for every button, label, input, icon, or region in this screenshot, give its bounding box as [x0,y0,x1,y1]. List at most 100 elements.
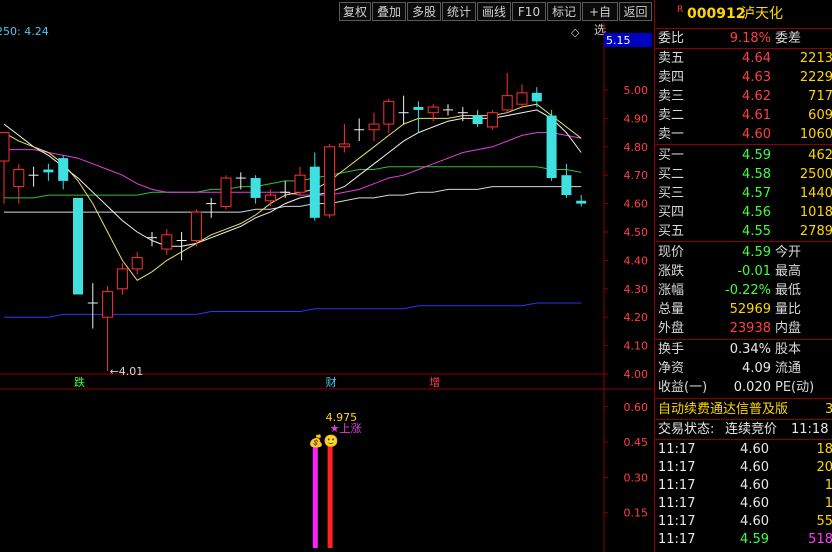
tick-volume: 18 [816,442,832,457]
draw-line-button[interactable]: 画线 [477,2,511,21]
smile-icon: 🙂 [324,434,339,448]
bid-level: 买三 4.57 1440 [655,184,832,203]
bid-label: 买三 [658,186,685,201]
fundamental-label-2: 股本 [775,342,802,357]
multi-stock-button[interactable]: 多股 [407,2,441,21]
fundamental-value: 4.09 [742,361,771,376]
stock-header: R 000912 泸天化 [655,3,832,25]
price-tick-label: 4.00 [624,368,649,381]
tick-row: 11:17 4.60 1 [655,476,832,495]
chart-toolbar: 复权 叠加 多股 统计 画线 F10 标记 +自选 返回 [0,0,652,37]
tick-volume: 55 [816,514,832,529]
ma-magenta-line [4,132,582,196]
indicator-tick-label: 0.15 [624,507,649,520]
quote-label-2: 最低 [775,283,802,298]
quote-label-2: 量比 [775,302,802,317]
bid-price: 4.59 [742,148,771,163]
indicator-panel: 💰 🙂4.975★上涨 [309,411,361,548]
ask-volume: 2229 [799,70,832,85]
quote-label-2: 今开 [775,245,802,260]
candle-body [102,291,114,318]
ask-level: 卖三 4.62 717 [655,87,832,106]
order-ratio-row: 委比 9.18% 委差 [655,29,832,48]
trade-status-label: 交易状态: [658,422,715,437]
price-tick-label: 4.40 [624,254,649,267]
ma-blue-line [4,302,582,318]
quote-label-2: 内盘 [775,321,802,336]
order-diff-label: 委差 [775,31,802,46]
bid-label: 买一 [658,148,685,163]
tick-price: 4.60 [740,496,769,511]
quote-row: 现价 4.59 今开 [655,243,832,262]
candle-body [294,174,306,193]
overlay-button[interactable]: 叠加 [372,2,406,21]
ask-label: 卖三 [658,89,685,104]
quote-row: 涨跌 -0.01 最高 [655,262,832,281]
trade-status-value: 连续竞价 [725,422,778,437]
tick-time: 11:17 [658,496,696,511]
tick-time: 11:17 [658,442,696,457]
restore-rights-button[interactable]: 复权 [339,2,371,21]
fundamental-value: 0.020 [733,380,771,395]
quote-value: 23938 [729,321,771,336]
ask-price: 4.60 [742,127,771,142]
chart-axes [0,22,652,552]
candle-body [501,95,513,111]
stock-name: 泸天化 [741,6,783,22]
bid-level: 买四 4.56 1018 [655,203,832,222]
quote-value: 4.59 [742,245,771,260]
tick-row: 11:17 4.60 55 [655,512,832,531]
ask-label: 卖二 [658,108,685,123]
price-tick-label: 5.00 [624,84,649,97]
back-button[interactable]: 返回 [619,2,652,21]
bid-volume: 462 [808,148,832,163]
event-tag: 财 [326,375,337,389]
f10-button[interactable]: F10 [512,2,546,21]
quote-label: 涨跌 [658,264,685,279]
price-tick-label: 4.80 [624,141,649,154]
ask-label: 卖一 [658,127,685,142]
order-ratio-label: 委比 [658,31,685,46]
kline-chart[interactable]: 250: 4.24 ◇ 5.00 4.90 4.80 4.70 4.60 4.50 4.40… [0,22,652,552]
tick-price: 4.60 [740,442,769,457]
mark-button[interactable]: 标记 [547,2,581,21]
quote-row: 外盘 23938 内盘 [655,319,832,338]
candle-body [486,112,498,128]
indicator-bar [327,442,333,548]
fundamental-label-2: PE(动) [775,380,815,395]
ask-price: 4.62 [742,89,771,104]
candle-body [472,115,483,125]
bid-volume: 1018 [799,205,832,220]
stock-code: 000912 [687,6,746,22]
tick-row: 11:17 4.59 518 [655,530,832,549]
quote-label: 涨幅 [658,283,685,298]
diamond-icon[interactable]: ◇ [571,26,580,39]
price-axis: 5.00 4.90 4.80 4.70 4.60 4.50 4.40 4.30 4.20 4.10… [604,33,652,381]
quote-label-2: 最高 [775,264,802,279]
current-price-text: 5.15 [606,34,631,47]
bid-label: 买二 [658,167,685,182]
price-tick-label: 4.50 [624,226,649,239]
bid-volume: 1440 [799,186,832,201]
add-watchlist-button[interactable]: +自选 [582,2,618,37]
bid-price: 4.56 [742,205,771,220]
tick-time: 11:17 [658,532,696,547]
renewal-banner[interactable]: 自动续费通达信普及版 3 [655,400,832,419]
event-tag: 增 [429,375,440,389]
event-tag: 跌 [74,375,85,389]
ask-volume: 1060 [799,127,832,142]
bid-level: 买五 4.55 2789 [655,222,832,241]
ask-volume: 2213 [799,51,832,66]
candle-body [264,194,276,202]
ask-level: 卖五 4.64 2213 [655,49,832,68]
ask-label: 卖五 [658,51,685,66]
banner-text: 自动续费通达信普及版 [658,402,789,417]
quote-value: 52969 [729,302,771,317]
tick-time: 11:17 [658,478,696,493]
candle-body [546,115,557,179]
bid-label: 买四 [658,205,685,220]
tick-volume: 518 [808,532,832,547]
ma-yellow-line [3,103,582,281]
ask-price: 4.63 [742,70,771,85]
statistics-button[interactable]: 统计 [442,2,476,21]
